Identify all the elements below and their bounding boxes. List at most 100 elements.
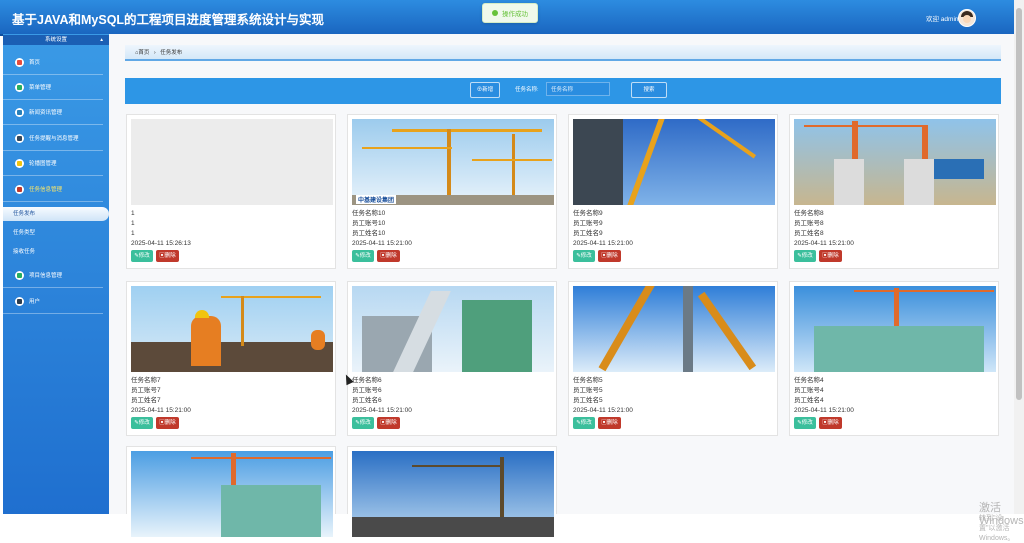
carousel-icon <box>15 158 24 168</box>
task-card[interactable]: 中基建设集团 任务名称10 员工账号10 员工姓名10 2025-04-11 1… <box>347 114 557 269</box>
task-image-workers <box>131 286 333 372</box>
task-time: 2025-04-11 15:21:00 <box>794 240 854 247</box>
sidebar-item-user[interactable]: 用户 <box>3 289 103 314</box>
task-card[interactable] <box>126 446 336 537</box>
employee-name: 员工姓名6 <box>352 397 382 404</box>
delete-button[interactable]: ▣删除 <box>377 417 400 429</box>
sidebar-item-home[interactable]: 首页 <box>3 50 103 75</box>
task-card[interactable]: 任务名称4 员工账号4 员工姓名4 2025-04-11 15:21:00 ✎修… <box>789 281 999 436</box>
sidebar-item-menu-management[interactable]: 菜单管理 <box>3 75 103 100</box>
sidebar-item-project-info[interactable]: 项目信息管理 <box>3 263 103 288</box>
delete-button[interactable]: ▣删除 <box>598 417 621 429</box>
task-name: 任务名称10 <box>352 210 386 217</box>
edit-button[interactable]: ✎修改 <box>573 417 595 429</box>
task-card[interactable]: 1 1 1 2025-04-11 15:26:13 ✎修改 ▣删除 <box>126 114 336 269</box>
sidebar-section-label: 系统设置 <box>44 37 67 43</box>
sidebar-item-label: 用户 <box>29 299 41 305</box>
task-image-cranes: 中基建设集团 <box>352 119 554 205</box>
employee-account: 员工账号4 <box>794 387 824 394</box>
sidebar-item-label: 轮播图管理 <box>29 161 57 167</box>
task-image-steel-frame <box>573 119 775 205</box>
edit-button[interactable]: ✎修改 <box>352 250 374 262</box>
sidebar-section-header[interactable]: 系统设置 ▴ <box>3 35 109 45</box>
breadcrumb-home-link[interactable]: ⌂首页 <box>135 50 149 56</box>
employee-account: 员工账号5 <box>573 387 603 394</box>
check-circle-icon <box>492 10 498 16</box>
task-time: 2025-04-11 15:21:00 <box>131 407 191 414</box>
scrollbar-thumb[interactable] <box>1016 8 1022 400</box>
task-card[interactable]: 任务名称8 员工账号8 员工姓名8 2025-04-11 15:21:00 ✎修… <box>789 114 999 269</box>
page-scrollbar[interactable] <box>1014 0 1024 514</box>
task-image-bridge-piers <box>794 119 996 205</box>
edit-button[interactable]: ✎修改 <box>352 417 374 429</box>
breadcrumb-separator: › <box>153 50 156 56</box>
windows-activation-hint: 转到"设置"以激活 Windows。 <box>979 515 1015 542</box>
task-info-icon <box>15 184 24 194</box>
sidebar-item-task-info[interactable]: 任务信息管理 <box>3 177 103 202</box>
sidebar-item-task-reminder[interactable]: 任务提醒与消息管理 <box>3 126 103 151</box>
task-name-search-input[interactable]: 任务名称 <box>546 82 610 96</box>
sidebar-item-news-management[interactable]: 新闻资讯管理 <box>3 100 103 125</box>
task-reminder-icon <box>15 133 24 143</box>
task-card[interactable]: 任务名称6 员工账号6 员工姓名6 2025-04-11 15:21:00 ✎修… <box>347 281 557 436</box>
edit-button[interactable]: ✎修改 <box>794 417 816 429</box>
employee-account: 员工账号9 <box>573 220 603 227</box>
task-name: 1 <box>131 210 135 217</box>
employee-account: 员工账号6 <box>352 387 382 394</box>
delete-button[interactable]: ▣删除 <box>377 250 400 262</box>
task-card[interactable] <box>347 446 557 537</box>
task-time: 2025-04-11 15:21:00 <box>573 240 633 247</box>
delete-button[interactable]: ▣删除 <box>819 417 842 429</box>
company-logo: 中基建设集团 <box>356 195 397 204</box>
task-time: 2025-04-11 15:21:00 <box>794 407 854 414</box>
edit-button[interactable]: ✎修改 <box>131 250 153 262</box>
task-card[interactable]: 任务名称7 员工账号7 员工姓名7 2025-04-11 15:21:00 ✎修… <box>126 281 336 436</box>
edit-button[interactable]: ✎修改 <box>131 417 153 429</box>
sidebar-subitem-task-type[interactable]: 任务类型 <box>3 226 109 240</box>
home-icon <box>15 57 24 67</box>
search-label: 任务名称: <box>515 87 539 93</box>
user-icon <box>15 296 24 306</box>
avatar[interactable] <box>958 9 976 27</box>
sidebar-item-label: 新闻资讯管理 <box>29 110 63 116</box>
task-name: 任务名称5 <box>573 377 603 384</box>
add-button[interactable]: ⊕新增 <box>470 82 500 98</box>
task-image-plant <box>352 286 554 372</box>
task-name: 任务名称8 <box>794 210 824 217</box>
task-time: 2025-04-11 15:21:00 <box>573 407 633 414</box>
breadcrumb-current: 任务发布 <box>160 50 183 56</box>
edit-button[interactable]: ✎修改 <box>573 250 595 262</box>
task-card[interactable]: 任务名称5 员工账号5 员工姓名5 2025-04-11 15:21:00 ✎修… <box>568 281 778 436</box>
collapse-arrow-icon: ▴ <box>100 37 103 43</box>
task-card[interactable]: 任务名称9 员工账号9 员工姓名9 2025-04-11 15:21:00 ✎修… <box>568 114 778 269</box>
task-time: 2025-04-11 15:21:00 <box>352 240 412 247</box>
sidebar-subitem-receive-task[interactable]: 接收任务 <box>3 245 109 259</box>
employee-account: 员工账号8 <box>794 220 824 227</box>
sidebar-item-carousel[interactable]: 轮播图管理 <box>3 151 103 176</box>
avatar-face <box>963 15 971 23</box>
task-image-site-cranes <box>352 451 554 537</box>
sidebar-item-label: 项目信息管理 <box>29 273 63 279</box>
search-toolbar: ⊕新增 任务名称: 任务名称 搜索 <box>125 78 1001 104</box>
delete-button[interactable]: ▣删除 <box>819 250 842 262</box>
edit-button[interactable]: ✎修改 <box>794 250 816 262</box>
employee-account: 1 <box>131 220 135 227</box>
task-image-crane-arms <box>573 286 775 372</box>
task-image-placeholder <box>131 119 333 205</box>
welcome-text: 欢迎 admin <box>926 16 959 23</box>
employee-account: 员工账号7 <box>131 387 161 394</box>
employee-name: 员工姓名7 <box>131 397 161 404</box>
delete-button[interactable]: ▣删除 <box>156 250 179 262</box>
delete-button[interactable]: ▣删除 <box>598 250 621 262</box>
app-title: 基于JAVA和MySQL的工程项目进度管理系统设计与实现 <box>12 13 325 27</box>
search-button[interactable]: 搜索 <box>631 82 667 98</box>
sidebar-item-label: 菜单管理 <box>29 85 52 91</box>
delete-button[interactable]: ▣删除 <box>156 417 179 429</box>
sidebar-subitem-task-publish[interactable]: 任务发布 <box>3 207 109 221</box>
task-name: 任务名称4 <box>794 377 824 384</box>
employee-account: 员工账号10 <box>352 220 386 227</box>
employee-name: 员工姓名4 <box>794 397 824 404</box>
task-time: 2025-04-11 15:21:00 <box>352 407 412 414</box>
task-name: 任务名称7 <box>131 377 161 384</box>
employee-name: 员工姓名5 <box>573 397 603 404</box>
